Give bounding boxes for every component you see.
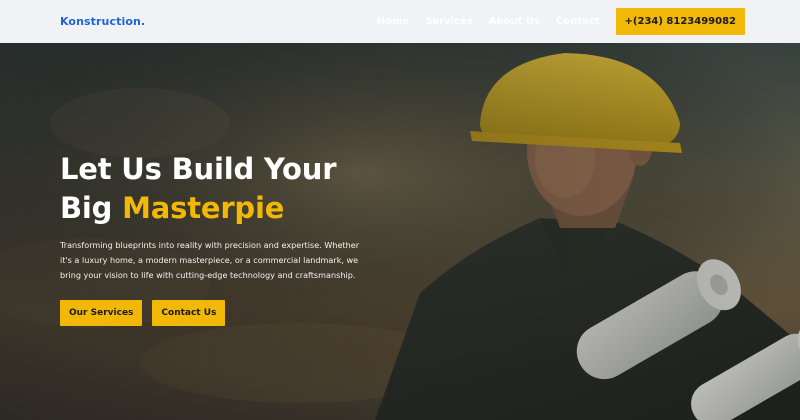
hero-content: Let Us Build Your Big Masterpie Transfor… bbox=[60, 150, 390, 326]
hero-title: Let Us Build Your Big Masterpie bbox=[60, 150, 390, 228]
hero-description: Transforming blueprints into reality wit… bbox=[60, 240, 360, 280]
hero-title-line1: Let Us Build Your bbox=[60, 152, 337, 186]
hero-title-line2-prefix: Big bbox=[60, 191, 123, 225]
navbar: Konstruction. Home Services About Us Con… bbox=[0, 0, 800, 43]
nav-link-services[interactable]: Services bbox=[425, 16, 473, 27]
brand-logo[interactable]: Konstruction. bbox=[60, 15, 145, 28]
contact-us-button[interactable]: Contact Us bbox=[152, 300, 226, 326]
nav-links: Home Services About Us Contact +(234) 81… bbox=[377, 8, 745, 35]
our-services-button[interactable]: Our Services bbox=[60, 300, 143, 326]
hero-title-accent: Masterpie bbox=[122, 191, 285, 225]
nav-link-about[interactable]: About Us bbox=[489, 16, 540, 27]
nav-link-contact[interactable]: Contact bbox=[556, 16, 600, 27]
phone-button[interactable]: +(234) 8123499082 bbox=[615, 8, 745, 35]
nav-link-home[interactable]: Home bbox=[377, 16, 409, 27]
hero-section: Let Us Build Your Big Masterpie Transfor… bbox=[0, 43, 800, 420]
hero-cta-row: Our Services Contact Us bbox=[60, 300, 390, 326]
